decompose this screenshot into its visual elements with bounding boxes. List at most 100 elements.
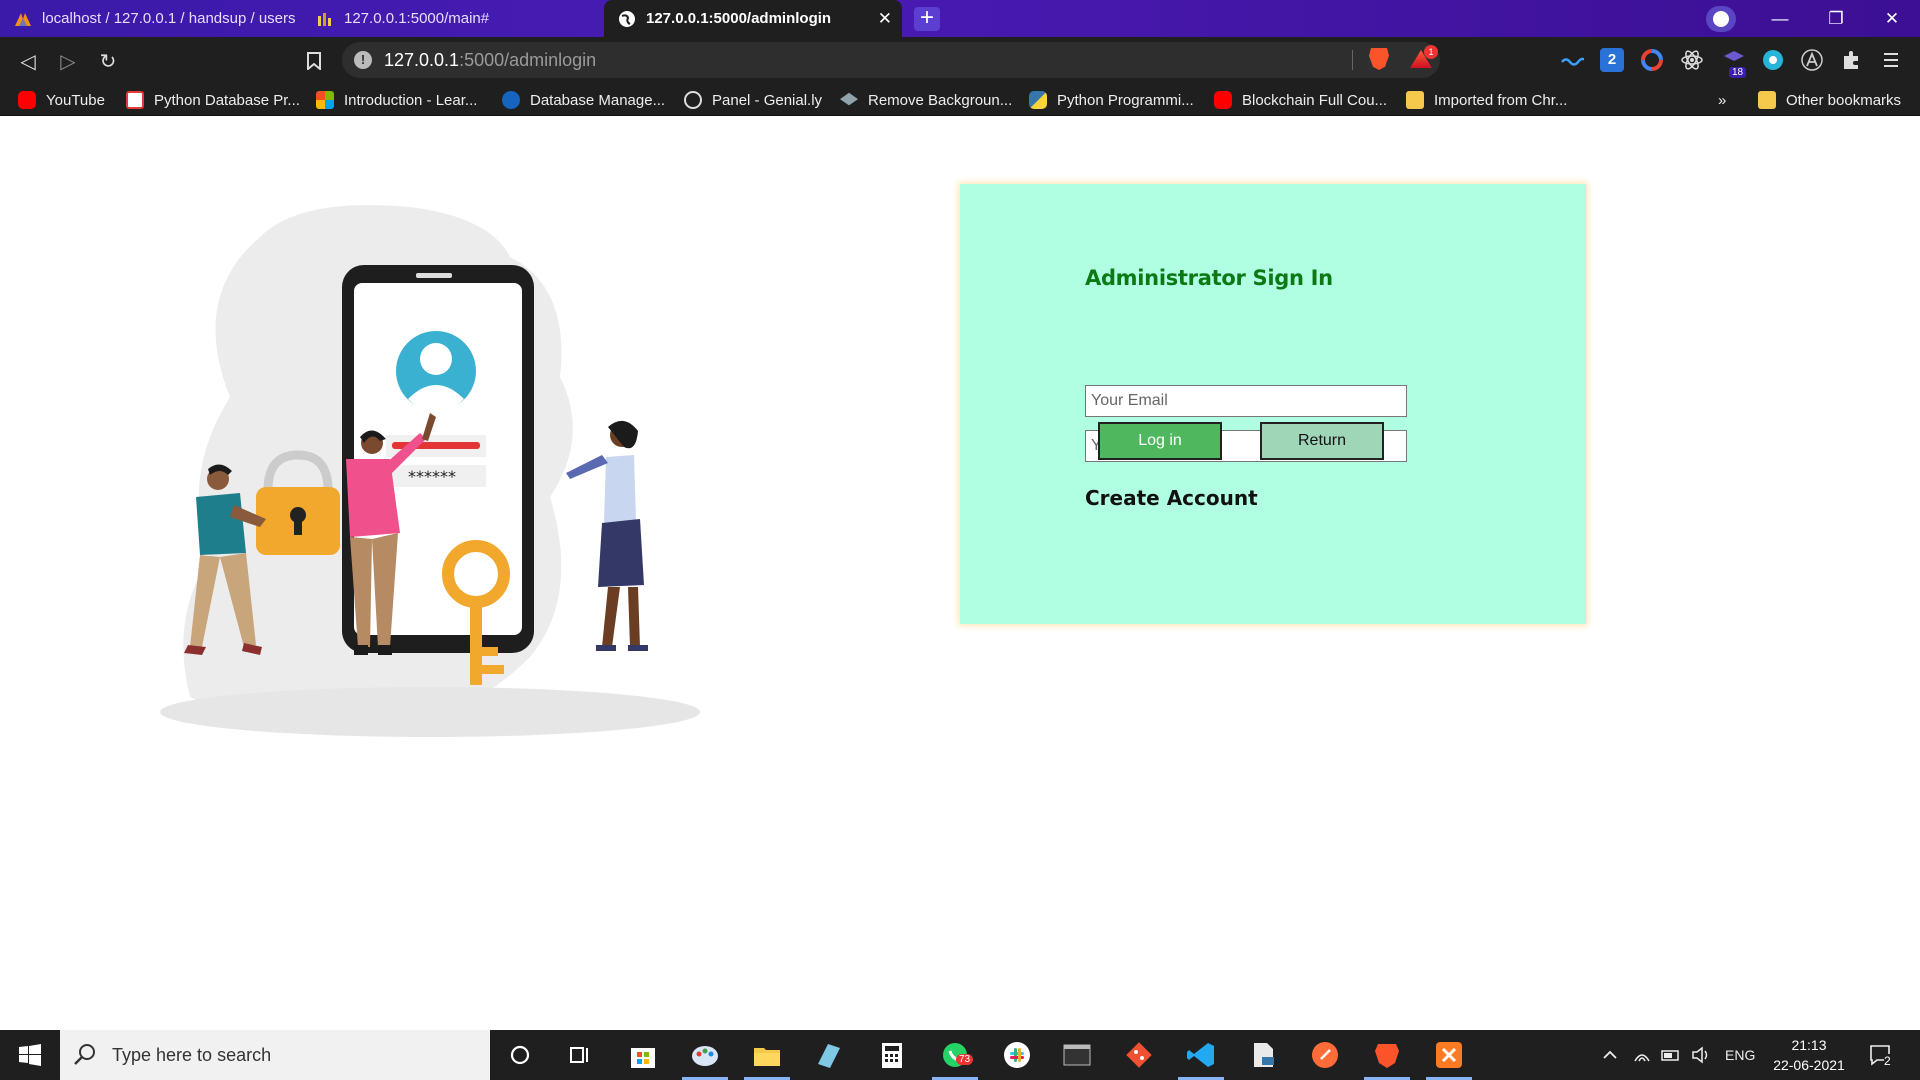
show-hidden-icons-chevron[interactable] xyxy=(1600,1030,1620,1080)
volume-icon[interactable] xyxy=(1690,1030,1712,1080)
c-icon xyxy=(502,91,520,109)
whatsapp-unread-badge: 73 xyxy=(956,1054,974,1065)
whatsapp-icon[interactable]: 73 xyxy=(932,1040,978,1080)
brave-browser-icon[interactable] xyxy=(1364,1040,1410,1080)
reload-icon[interactable]: ↻ xyxy=(94,47,122,75)
vscode-icon[interactable] xyxy=(1178,1040,1224,1080)
restore-button[interactable]: ❐ xyxy=(1808,0,1864,37)
paint-icon[interactable] xyxy=(682,1040,728,1080)
page-icon xyxy=(318,12,331,26)
browser-toolbar: ◁ ▷ ↻ ! 127.0.0.1:5000/adminlogin 1 2 18 xyxy=(0,37,1920,84)
url-path: :5000/adminlogin xyxy=(459,50,597,70)
new-tab-button[interactable]: + xyxy=(914,6,940,31)
omnibox-divider xyxy=(1352,50,1353,70)
address-bar[interactable]: ! 127.0.0.1:5000/adminlogin 1 xyxy=(342,42,1440,78)
return-button[interactable]: Return xyxy=(1260,422,1384,460)
extension-2-icon[interactable]: 2 xyxy=(1600,48,1624,72)
postman-icon[interactable] xyxy=(1310,1040,1340,1070)
tab-phpmyadmin[interactable]: localhost / 127.0.0.1 / handsup / users xyxy=(0,0,300,37)
bookmark-database-management[interactable]: Database Manage... xyxy=(502,90,665,110)
tab-adminlogin[interactable]: 127.0.0.1:5000/adminlogin ✕ xyxy=(604,0,902,37)
tab-label: localhost / 127.0.0.1 / handsup / users xyxy=(42,10,296,27)
bookmark-label: Imported from Chr... xyxy=(1434,91,1568,109)
login-button[interactable]: Log in xyxy=(1098,422,1222,460)
folder-icon xyxy=(1406,91,1424,109)
close-tab-icon[interactable]: ✕ xyxy=(878,9,892,29)
bookmark-genially[interactable]: Panel - Genial.ly xyxy=(684,90,822,110)
extension-a-icon[interactable] xyxy=(1800,48,1824,72)
brave-menu-icon[interactable] xyxy=(1706,6,1736,32)
email-field[interactable] xyxy=(1085,385,1407,417)
close-window-button[interactable]: ✕ xyxy=(1864,0,1920,37)
extension-wave-icon[interactable] xyxy=(1560,48,1586,72)
brave-shields-icon[interactable] xyxy=(1369,48,1389,70)
calculator-icon[interactable] xyxy=(877,1040,907,1070)
slack-icon[interactable] xyxy=(1002,1040,1032,1070)
bookmark-remove-background[interactable]: Remove Backgroun... xyxy=(840,90,1012,110)
windows-start-icon[interactable] xyxy=(0,1030,60,1080)
browser-tab-strip: localhost / 127.0.0.1 / handsup / users … xyxy=(0,0,1920,37)
svg-text:******: ****** xyxy=(408,467,456,486)
clock[interactable]: 21:13 22-06-2021 xyxy=(1766,1035,1852,1075)
bookmark-label: Blockchain Full Cou... xyxy=(1242,91,1388,109)
notification-count: 2 xyxy=(1884,1054,1891,1068)
search-placeholder: Type here to search xyxy=(112,1044,272,1065)
layers-icon xyxy=(840,92,858,106)
url-text: 127.0.0.1:5000/adminlogin xyxy=(384,50,596,71)
site-info-icon[interactable]: ! xyxy=(354,51,372,69)
bookmark-introduction[interactable]: Introduction - Lear... xyxy=(316,90,477,110)
minimize-button[interactable]: — xyxy=(1752,0,1808,37)
signin-title: Administrator Sign In xyxy=(1085,266,1333,290)
bookmark-label: Python Database Pr... xyxy=(154,91,300,109)
bookmark-label: YouTube xyxy=(46,91,105,109)
extension-color-icon[interactable] xyxy=(1640,48,1664,72)
bookmark-label: Remove Backgroun... xyxy=(868,91,1013,109)
git-icon[interactable] xyxy=(1124,1040,1154,1070)
language-indicator[interactable]: ENG xyxy=(1725,1030,1755,1080)
youtube-icon xyxy=(1214,91,1232,109)
python-icon xyxy=(1029,91,1047,109)
xampp-icon[interactable] xyxy=(1426,1040,1472,1080)
taskbar-search-box[interactable]: Type here to search xyxy=(60,1030,490,1080)
bookmarks-bar: YouTube Python Database Pr... Introducti… xyxy=(0,84,1920,116)
file-explorer-icon[interactable] xyxy=(744,1040,790,1080)
site-icon xyxy=(126,91,144,109)
menu-icon[interactable] xyxy=(1880,48,1904,72)
wifi-icon[interactable] xyxy=(1632,1030,1652,1080)
tab-label: 127.0.0.1:5000/main# xyxy=(344,10,490,27)
back-icon[interactable]: ◁ xyxy=(14,47,42,75)
bookmark-folder-imported[interactable]: Imported from Chr... xyxy=(1406,90,1567,110)
bookmark-blockchain[interactable]: Blockchain Full Cou... xyxy=(1214,90,1387,110)
bookmark-python-programming[interactable]: Python Programmi... xyxy=(1029,90,1194,110)
windows-taskbar: Type here to search 73 ENG 21:13 22-06-2… xyxy=(0,1030,1920,1080)
task-view-icon[interactable] xyxy=(565,1040,595,1070)
document-icon[interactable] xyxy=(1248,1040,1278,1070)
admin-login-panel: Administrator Sign In Log in Return Crea… xyxy=(960,184,1586,624)
clock-time: 21:13 xyxy=(1791,1037,1827,1053)
cortana-icon[interactable] xyxy=(505,1040,535,1070)
extension-badge: 18 xyxy=(1729,67,1747,78)
bookmark-label: Other bookmarks xyxy=(1786,91,1902,109)
bookmark-label: Python Programmi... xyxy=(1057,91,1194,109)
extension-gear-icon[interactable] xyxy=(1761,48,1785,72)
bookmark-python-database[interactable]: Python Database Pr... xyxy=(126,90,300,110)
tab-label: 127.0.0.1:5000/adminlogin xyxy=(646,10,832,27)
notes-app-icon[interactable] xyxy=(814,1040,844,1070)
terminal-icon[interactable] xyxy=(1062,1040,1092,1070)
react-devtools-icon[interactable] xyxy=(1680,48,1704,72)
bookmark-icon[interactable] xyxy=(300,47,328,75)
battery-icon[interactable] xyxy=(1660,1030,1682,1080)
tab-main[interactable]: 127.0.0.1:5000/main# xyxy=(302,0,602,37)
extensions-puzzle-icon[interactable] xyxy=(1840,48,1864,72)
page-content: ****** Administrator Sign In Your Email … xyxy=(0,117,1920,1030)
microsoft-icon xyxy=(316,91,334,109)
microsoft-store-icon[interactable] xyxy=(628,1040,658,1070)
create-account-link[interactable]: Create Account xyxy=(1085,486,1258,510)
bookmark-youtube[interactable]: YouTube xyxy=(18,90,105,110)
clock-date: 22-06-2021 xyxy=(1773,1057,1845,1073)
forward-icon[interactable]: ▷ xyxy=(54,47,82,75)
notification-center-icon[interactable]: 2 xyxy=(1868,1030,1894,1080)
bookmarks-overflow-icon[interactable]: » xyxy=(1718,90,1726,110)
globe-icon xyxy=(619,10,635,27)
bookmark-folder-other[interactable]: Other bookmarks xyxy=(1758,90,1901,110)
